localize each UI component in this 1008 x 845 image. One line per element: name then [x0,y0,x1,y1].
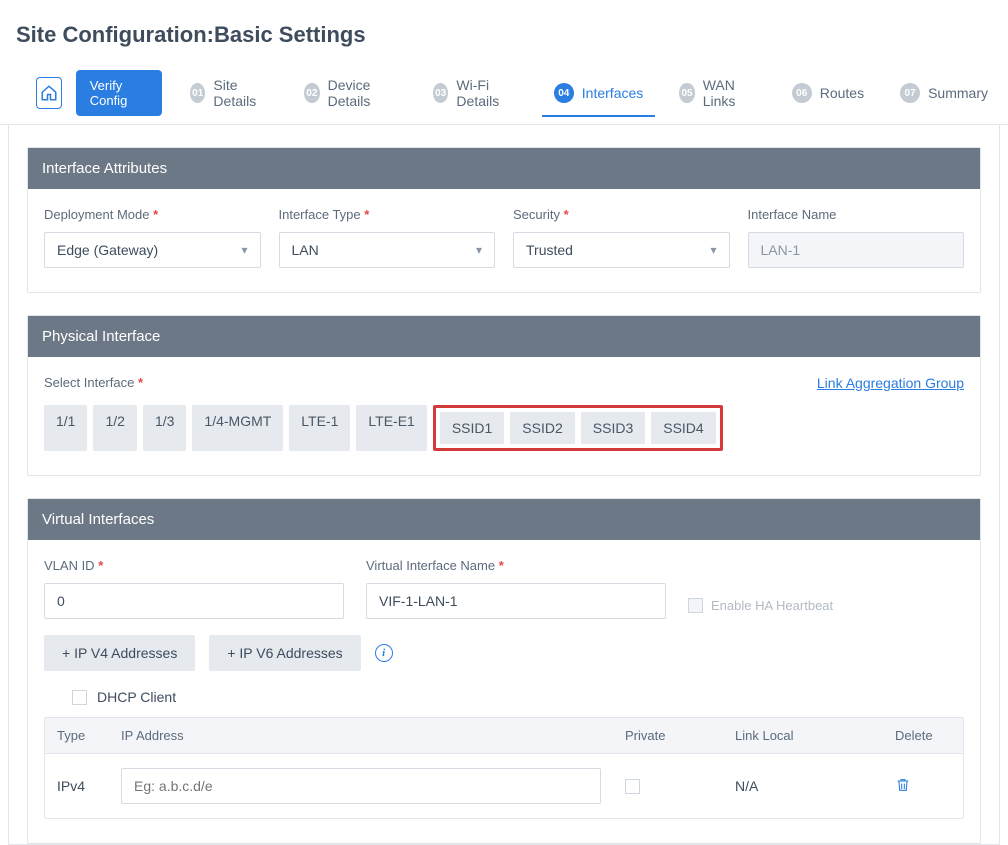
interface-chip[interactable]: 1/4-MGMT [192,405,283,451]
col-delete: Delete [883,718,963,753]
interface-type-select[interactable]: LAN ▾ [279,232,496,268]
checkbox-label: DHCP Client [97,689,176,705]
step-wifi-details[interactable]: 03 Wi-Fi Details [419,71,532,115]
step-label: Wi-Fi Details [456,77,517,109]
interface-chip[interactable]: SSID1 [440,412,504,444]
section-header: Physical Interface [28,316,980,357]
section-interface-attributes: Interface Attributes Deployment Mode Edg… [27,147,981,293]
select-value: Trusted [526,242,573,258]
virtual-interface-name-label: Virtual Interface Name [366,558,666,573]
step-device-details[interactable]: 02 Device Details [290,71,411,115]
section-header: Virtual Interfaces [28,499,980,540]
chevron-down-icon: ▾ [710,243,716,257]
interface-type-label: Interface Type [279,207,496,222]
checkbox-icon [688,598,703,613]
step-num: 01 [190,83,205,103]
step-label: Interfaces [582,85,643,101]
ip-address-input[interactable] [121,768,601,804]
enable-ha-heartbeat-checkbox[interactable]: Enable HA Heartbeat [688,598,833,613]
col-type: Type [45,718,109,753]
page-title: Site Configuration:Basic Settings [0,0,1008,66]
interface-chip[interactable]: SSID3 [581,412,645,444]
add-ipv4-button[interactable]: + IP V4 Addresses [44,635,195,671]
section-header: Interface Attributes [28,148,980,189]
interface-chip[interactable]: 1/1 [44,405,87,451]
checkbox-icon [72,690,87,705]
table-row: IPv4 N/A [45,753,963,818]
select-value: LAN [292,242,319,258]
verify-config-button[interactable]: Verify Config [76,70,162,116]
home-icon[interactable] [36,77,62,109]
security-select[interactable]: Trusted ▾ [513,232,730,268]
info-icon[interactable]: i [375,644,393,662]
step-wan-links[interactable]: 05 WAN Links [665,71,769,115]
step-label: Summary [928,85,988,101]
virtual-interface-name-input[interactable] [366,583,666,619]
deployment-mode-select[interactable]: Edge (Gateway) ▾ [44,232,261,268]
ip-address-table: Type IP Address Private Link Local Delet… [44,717,964,819]
step-num: 03 [433,83,448,103]
delete-row-button[interactable] [883,762,963,811]
interface-chip[interactable]: SSID2 [510,412,574,444]
chevron-down-icon: ▾ [241,243,247,257]
step-label: Device Details [328,77,397,109]
interface-name-input: LAN-1 [748,232,965,268]
interface-chip[interactable]: SSID4 [651,412,715,444]
section-physical-interface: Physical Interface Select Interface Link… [27,315,981,476]
step-num: 04 [554,83,574,103]
col-private: Private [613,718,723,753]
step-num: 06 [792,83,812,103]
step-label: Site Details [213,77,268,109]
wizard-nav: Verify Config 01 Site Details 02 Device … [0,66,1008,125]
highlighted-ssid-group: SSID1 SSID2 SSID3 SSID4 [433,405,723,451]
dhcp-client-checkbox[interactable]: DHCP Client [72,689,964,705]
select-value: Edge (Gateway) [57,242,158,258]
vlan-id-label: VLAN ID [44,558,344,573]
add-ipv6-button[interactable]: + IP V6 Addresses [209,635,360,671]
step-num: 02 [304,83,320,103]
section-virtual-interfaces: Virtual Interfaces VLAN ID Virtual Inter… [27,498,981,844]
chevron-down-icon: ▾ [476,243,482,257]
table-header-row: Type IP Address Private Link Local Delet… [45,718,963,753]
interface-chip-row: 1/1 1/2 1/3 1/4-MGMT LTE-1 LTE-E1 SSID1 … [44,405,964,451]
interface-chip[interactable]: 1/2 [93,405,136,451]
deployment-mode-label: Deployment Mode [44,207,261,222]
step-num: 07 [900,83,920,103]
step-routes[interactable]: 06 Routes [778,77,878,109]
step-interfaces[interactable]: 04 Interfaces [540,77,657,109]
step-label: Routes [820,85,864,101]
col-ip: IP Address [109,718,613,753]
col-link-local: Link Local [723,718,883,753]
interface-chip[interactable]: LTE-E1 [356,405,426,451]
select-interface-label: Select Interface [44,375,143,390]
interface-chip[interactable]: 1/3 [143,405,186,451]
input-value: LAN-1 [761,242,801,258]
checkbox-label: Enable HA Heartbeat [711,598,833,613]
vlan-id-input[interactable] [44,583,344,619]
security-label: Security [513,207,730,222]
private-checkbox[interactable] [625,779,640,794]
interface-name-label: Interface Name [748,207,965,222]
link-aggregation-link[interactable]: Link Aggregation Group [817,375,964,391]
step-site-details[interactable]: 01 Site Details [176,71,282,115]
step-label: WAN Links [703,77,756,109]
cell-link-local: N/A [723,764,883,808]
step-summary[interactable]: 07 Summary [886,77,1002,109]
step-num: 05 [679,83,694,103]
cell-type: IPv4 [45,764,109,808]
interface-chip[interactable]: LTE-1 [289,405,350,451]
